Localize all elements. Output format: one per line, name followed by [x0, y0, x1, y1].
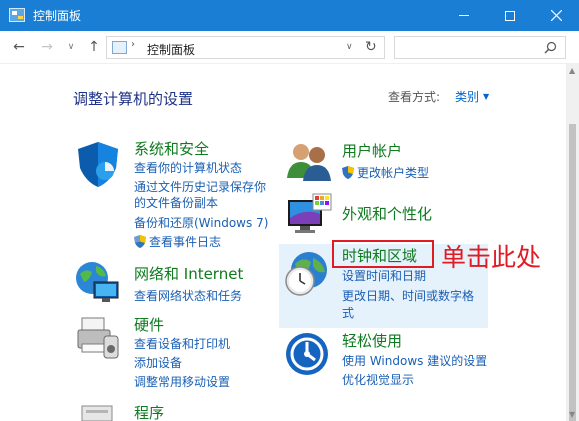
ease-of-access-link-1[interactable]: 使用 Windows 建议的设置 [342, 352, 487, 369]
system-security-link-2b[interactable]: 的文件备份副本 [134, 194, 218, 211]
navigation-bar: ← → ∨ ↑ › 控制面板 ∨ ↻ [0, 31, 579, 64]
search-input[interactable] [394, 36, 566, 59]
clock-region-icon[interactable] [283, 250, 331, 298]
vertical-scrollbar[interactable]: ▲ ▼ [566, 64, 579, 421]
maximize-icon [505, 10, 515, 21]
close-button[interactable] [533, 0, 579, 31]
scroll-up-icon[interactable]: ▲ [569, 66, 575, 75]
appearance-monitor-icon[interactable] [285, 192, 333, 240]
programs-icon[interactable] [78, 402, 118, 421]
uac-shield-icon [134, 235, 146, 248]
uac-shield-icon [342, 166, 354, 179]
control-panel-icon [9, 8, 25, 22]
chevron-down-icon: ▼ [483, 92, 490, 101]
search-icon[interactable] [544, 41, 557, 54]
scroll-thumb[interactable] [569, 124, 576, 421]
minimize-icon [459, 15, 469, 16]
network-link-1[interactable]: 查看网络状态和任务 [134, 287, 242, 304]
ease-of-access-link-2[interactable]: 优化视觉显示 [342, 371, 414, 388]
view-by-value: 类别 [455, 90, 480, 104]
address-bar[interactable]: › 控制面板 ∨ ↻ [106, 36, 385, 59]
forward-button[interactable]: → [39, 39, 55, 55]
annotation-red-box [332, 240, 434, 268]
back-button[interactable]: ← [11, 39, 27, 55]
system-security-title[interactable]: 系统和安全 [134, 138, 209, 159]
page-title: 调整计算机的设置 [73, 90, 194, 108]
minimize-button[interactable] [441, 0, 487, 31]
hardware-link-1[interactable]: 查看设备和打印机 [134, 335, 230, 352]
recent-locations-button[interactable]: ∨ [63, 39, 79, 55]
ease-of-access-icon[interactable] [285, 332, 329, 376]
maximize-button[interactable] [487, 0, 533, 31]
breadcrumb-separator[interactable]: › [131, 39, 135, 50]
clock-region-link-2b[interactable]: 式 [342, 304, 354, 321]
clock-region-link-2[interactable]: 更改日期、时间或数字格 [342, 287, 474, 304]
hardware-title[interactable]: 硬件 [134, 314, 164, 335]
up-button[interactable]: ↑ [86, 39, 102, 55]
clock-region-link-1[interactable]: 设置时间和日期 [342, 267, 426, 284]
system-security-link-4[interactable]: 查看事件日志 [134, 233, 221, 250]
address-dropdown-button[interactable]: ∨ [346, 42, 353, 52]
user-accounts-title[interactable]: 用户帐户 [342, 140, 402, 161]
annotation-click-here: 单击此处 [441, 243, 542, 272]
scroll-down-icon[interactable]: ▼ [569, 410, 575, 419]
window-title: 控制面板 [33, 9, 82, 23]
ease-of-access-title[interactable]: 轻松使用 [342, 330, 402, 351]
system-security-link-4-label: 查看事件日志 [149, 235, 222, 249]
programs-title[interactable]: 程序 [134, 402, 164, 421]
system-security-link-2[interactable]: 通过文件历史记录保存你 [134, 178, 266, 195]
close-icon [550, 10, 562, 21]
network-title[interactable]: 网络和 Internet [134, 263, 243, 284]
control-panel-small-icon [112, 41, 127, 54]
hardware-link-2[interactable]: 添加设备 [134, 354, 182, 371]
system-security-link-1[interactable]: 查看你的计算机状态 [134, 159, 242, 176]
user-accounts-link-1-label: 更改帐户类型 [357, 166, 430, 180]
refresh-button[interactable]: ↻ [365, 39, 377, 55]
hardware-link-3[interactable]: 调整常用移动设置 [134, 373, 230, 390]
hardware-printer-icon[interactable] [74, 314, 122, 362]
view-by-label: 查看方式: [388, 90, 441, 104]
system-security-shield-icon[interactable] [74, 140, 122, 188]
user-accounts-icon[interactable] [285, 140, 333, 182]
title-bar: 控制面板 [0, 0, 579, 31]
appearance-title[interactable]: 外观和个性化 [342, 203, 432, 224]
view-by-dropdown[interactable]: 类别 ▼ [455, 88, 489, 105]
network-globe-icon[interactable] [74, 260, 122, 304]
user-accounts-link-1[interactable]: 更改帐户类型 [342, 164, 429, 181]
system-security-link-3[interactable]: 备份和还原(Windows 7) [134, 214, 268, 231]
breadcrumb-control-panel[interactable]: 控制面板 [147, 41, 195, 58]
